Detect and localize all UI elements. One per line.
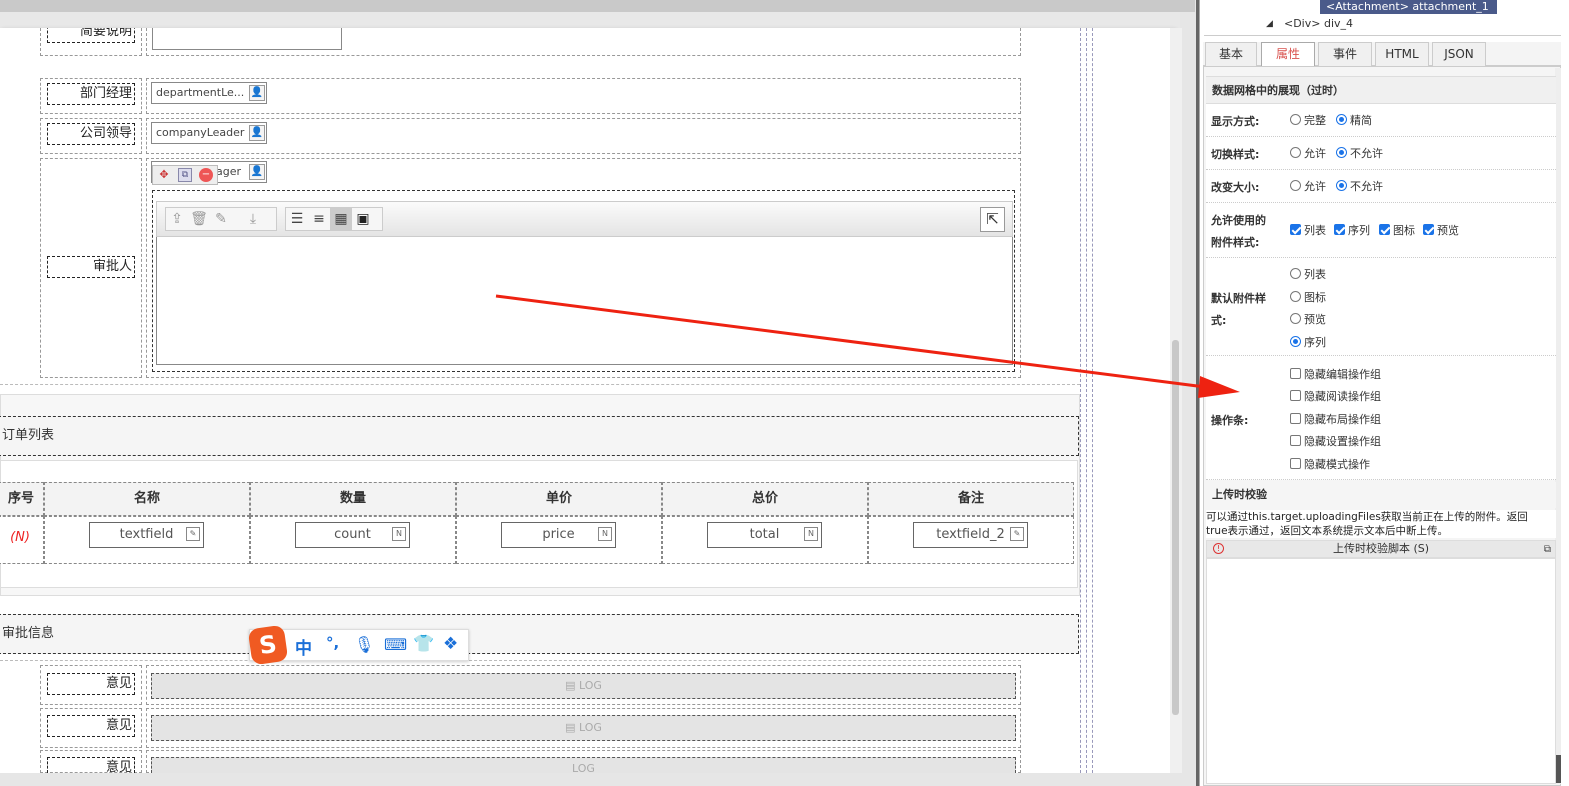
- arrow-head: [1198, 376, 1240, 398]
- annotation-arrow: [495, 294, 1240, 398]
- arrow-line: [495, 294, 1206, 389]
